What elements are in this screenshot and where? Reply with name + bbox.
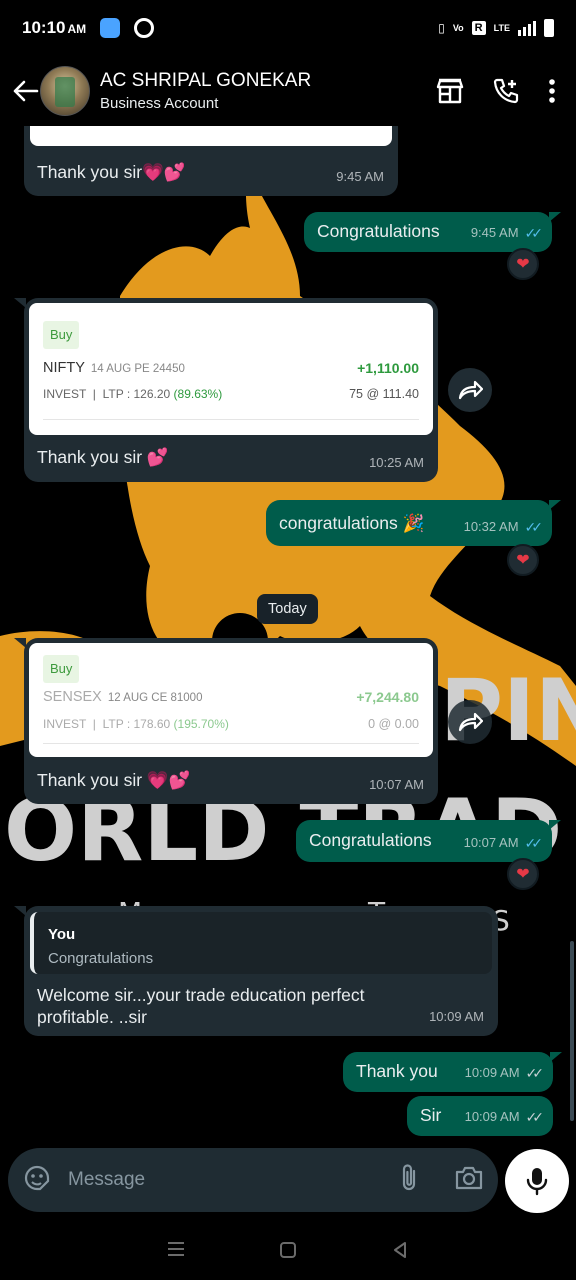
message-time: 10:09 AM	[429, 1009, 484, 1024]
incoming-message[interactable]: Thank you sir💗💕 9:45 AM	[24, 126, 398, 196]
message-text: Congratulations	[317, 221, 440, 241]
forward-icon[interactable]	[448, 700, 492, 744]
signal-icon	[518, 20, 536, 36]
outgoing-message[interactable]: Sir 10:09 AM ✓✓	[407, 1096, 553, 1136]
add-call-icon[interactable]	[492, 77, 520, 105]
chat-header: AC SHRIPAL GONEKAR Business Account	[0, 56, 576, 126]
status-time: 10:10 AM	[22, 18, 87, 37]
contact-subtitle: Business Account	[100, 95, 219, 112]
date-separator: Today	[257, 594, 318, 624]
bubble-tail	[549, 500, 561, 510]
storefront-icon[interactable]	[436, 78, 464, 104]
voice-record-button[interactable]	[505, 1149, 569, 1213]
trade-invest-row: INVEST | LTP : 126.20 (89.63%)	[43, 387, 223, 401]
heart-reaction[interactable]: ❤	[507, 544, 539, 576]
message-list[interactable]: PING ORLD TRAD M T S Thank you sir💗💕 9:4…	[0, 126, 576, 1146]
incoming-reply-message[interactable]: You Congratulations Welcome sir...your t…	[24, 906, 498, 1036]
hearts-emoji: 💕	[146, 447, 169, 467]
message-text: congratulations	[279, 513, 398, 533]
trade-quantity: 0 @ 0.00	[368, 717, 419, 731]
message-text: Thank you sir	[37, 162, 143, 182]
message-meta: 9:45 AM ✓✓	[471, 222, 544, 244]
contact-avatar[interactable]	[40, 66, 90, 116]
scrollbar[interactable]	[570, 941, 574, 1121]
roaming-icon: R	[471, 21, 486, 35]
trade-invest-row: INVEST | LTP : 178.60 (195.70%)	[43, 717, 229, 731]
delivered-ticks-icon: ✓✓	[525, 1065, 545, 1081]
message-text: Welcome sir...your trade education perfe…	[37, 985, 365, 1027]
message-text: Sir	[420, 1105, 442, 1125]
more-options-icon[interactable]	[548, 78, 556, 104]
outgoing-message[interactable]: Congratulations 10:07 AM ✓✓	[296, 820, 552, 862]
trade-symbol: NIFTY 14 AUG PE 24450	[43, 360, 185, 376]
whatsapp-notification-icon	[134, 18, 155, 38]
message-meta: 10:09 AM ✓✓	[465, 1062, 545, 1084]
volte-icon: Vo	[452, 23, 464, 33]
message-meta: 10:32 AM ✓✓	[464, 516, 544, 538]
message-time: 10:25 AM	[369, 455, 424, 470]
quote-text: Congratulations	[48, 950, 154, 967]
quoted-message[interactable]: You Congratulations	[30, 912, 492, 974]
quote-author: You	[48, 926, 76, 943]
message-text: Thank you	[356, 1061, 438, 1081]
trade-card-preview	[30, 126, 392, 146]
outgoing-message[interactable]: congratulations 🎉 10:32 AM ✓✓	[266, 500, 552, 546]
incoming-message[interactable]: Buy NIFTY 14 AUG PE 24450 +1,110.00 INVES…	[24, 298, 438, 482]
trade-card[interactable]: Buy SENSEX 12 AUG CE 81000 +7,244.80 INVE…	[29, 643, 433, 757]
contact-name: AC SHRIPAL GONEKAR	[100, 70, 312, 91]
trade-pnl: +7,244.80	[356, 689, 419, 705]
home-nav-icon[interactable]	[278, 1240, 298, 1260]
party-popper-emoji: 🎉	[402, 513, 425, 533]
card-divider	[43, 743, 419, 744]
message-input[interactable]: Message	[68, 1169, 398, 1191]
buy-tag: Buy	[43, 655, 80, 683]
message-composer[interactable]: Message	[8, 1148, 498, 1212]
contact-info[interactable]: AC SHRIPAL GONEKAR Business Account	[100, 70, 436, 112]
system-nav-bar	[0, 1220, 576, 1280]
message-meta: 10:07 AM ✓✓	[464, 832, 544, 854]
message-meta: 10:09 AM ✓✓	[465, 1106, 545, 1128]
read-ticks-icon: ✓✓	[524, 225, 544, 241]
message-text: Congratulations	[309, 830, 432, 850]
battery-icon	[544, 19, 554, 37]
hearts-emoji: 💗💕	[142, 162, 186, 182]
camera-icon[interactable]	[454, 1165, 484, 1196]
delivered-ticks-icon: ✓✓	[525, 1109, 545, 1125]
recents-nav-icon[interactable]	[166, 1240, 186, 1260]
heart-reaction[interactable]: ❤	[507, 858, 539, 890]
message-time: 9:45 AM	[336, 169, 384, 184]
trade-quantity: 75 @ 111.40	[349, 387, 419, 401]
bubble-tail	[549, 212, 561, 222]
hearts-emoji: 💗💕	[146, 770, 191, 790]
trade-card[interactable]: Buy NIFTY 14 AUG PE 24450 +1,110.00 INVES…	[29, 303, 433, 435]
shield-app-icon	[100, 18, 121, 38]
read-ticks-icon: ✓✓	[524, 835, 544, 851]
outgoing-message[interactable]: Congratulations 9:45 AM ✓✓	[304, 212, 552, 252]
message-text: Thank you sir	[37, 447, 143, 467]
back-nav-icon[interactable]	[390, 1240, 410, 1260]
sticker-icon[interactable]	[22, 1163, 52, 1198]
message-text: Thank you sir	[37, 770, 143, 790]
read-ticks-icon: ✓✓	[524, 519, 544, 535]
forward-icon[interactable]	[448, 368, 492, 412]
bubble-tail	[549, 820, 561, 830]
message-time: 10:07 AM	[369, 777, 424, 792]
buy-tag: Buy	[43, 321, 80, 349]
network-type: LTE	[493, 23, 510, 33]
trade-symbol: SENSEX 12 AUG CE 81000	[43, 689, 203, 705]
bubble-tail	[550, 1052, 562, 1062]
attach-icon[interactable]	[398, 1163, 420, 1198]
incoming-message[interactable]: Buy SENSEX 12 AUG CE 81000 +7,244.80 INVE…	[24, 638, 438, 804]
trade-pnl: +1,110.00	[357, 360, 419, 376]
vibrate-icon: ▯	[438, 21, 445, 35]
status-bar: 10:10 AM ▯ Vo R LTE	[0, 0, 576, 56]
microphone-icon	[526, 1168, 548, 1196]
heart-reaction[interactable]: ❤	[507, 248, 539, 280]
status-indicators: ▯ Vo R LTE	[438, 19, 554, 37]
outgoing-message[interactable]: Thank you 10:09 AM ✓✓	[343, 1052, 553, 1092]
card-divider	[43, 419, 419, 420]
